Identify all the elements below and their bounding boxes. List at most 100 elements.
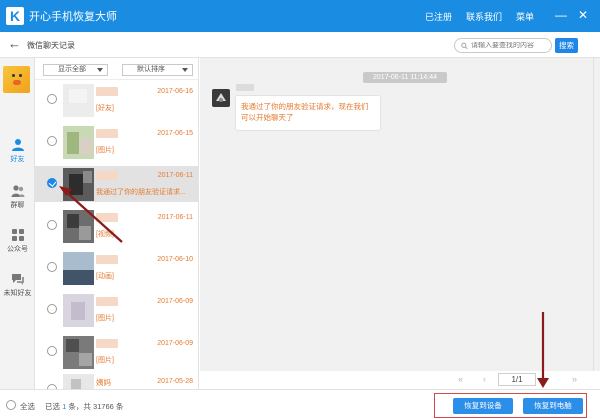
total-count: 31766	[92, 402, 114, 411]
sidebar-item-label: 群聊	[10, 202, 25, 209]
row-date: 2017-06-15	[157, 130, 193, 137]
contact-us-link[interactable]: 联系我们	[466, 10, 502, 23]
search-box[interactable]	[454, 38, 552, 53]
filter-show-select[interactable]: 显示全部	[43, 64, 108, 76]
unknown-chat-icon	[11, 274, 24, 285]
sidebar-item-label: 未知好友	[3, 290, 32, 297]
contact-avatar	[63, 294, 94, 327]
row-checkbox[interactable]	[47, 304, 57, 314]
summary-suffix: 条	[115, 402, 124, 411]
message-bubble: 我通过了你的朋友验证请求，现在我们可以开始聊天了	[235, 95, 381, 131]
first-page-icon[interactable]: «	[458, 374, 463, 384]
summary-prefix: 已选	[45, 402, 60, 411]
row-date: 2017-06-10	[157, 256, 193, 263]
page-title: 微信聊天记录	[27, 41, 75, 50]
chat-pane: 2017-06-11 11:14:44 我通过了你的朋友验证请求，现在我们可以开…	[200, 58, 593, 371]
selected-count: 1	[62, 402, 67, 411]
filter-show-label: 显示全部	[58, 66, 86, 73]
sender-avatar	[212, 89, 230, 107]
search-icon	[461, 42, 468, 49]
row-date: 2017-06-09	[157, 298, 193, 305]
row-checkbox[interactable]	[47, 346, 57, 356]
list-item[interactable]: 2017-06-16 [好友]	[35, 82, 198, 118]
row-checkbox[interactable]	[47, 178, 57, 188]
list-item[interactable]: 2017-06-11 [视频]	[35, 208, 198, 244]
selection-summary: 已选 1 条，共 31766 条	[45, 401, 123, 412]
contact-name-blurred	[96, 213, 118, 222]
annotation-highlight-box	[434, 393, 587, 418]
select-all-label: 全选	[20, 402, 35, 411]
row-date: 2017-06-11	[157, 214, 193, 221]
sidebar-item-official-accounts[interactable]: 公众号	[0, 228, 35, 254]
sidebar-item-groups[interactable]: 群聊	[0, 184, 35, 210]
chat-list: 显示全部 默认排序 2017-06-16 [好友] 2017-06-15 [图片…	[35, 58, 199, 389]
sidebar-item-unknown-friends[interactable]: 未知好友	[0, 272, 35, 298]
group-icon	[11, 185, 24, 197]
title-bar: K 开心手机恢复大师 已注册 联系我们 菜单 — ✕	[0, 0, 600, 32]
row-preview: [图片]	[96, 315, 114, 322]
list-item[interactable]: 2017-06-10 [动画]	[35, 250, 198, 286]
pager: « ‹ 1/1 › »	[0, 371, 600, 389]
search-input[interactable]	[471, 42, 551, 49]
menu-link[interactable]: 菜单	[516, 10, 534, 23]
contact-avatar	[63, 84, 94, 117]
summary-mid: 条，共	[68, 402, 91, 411]
contact-name-blurred	[96, 255, 118, 264]
minimize-button[interactable]: —	[552, 6, 570, 24]
list-item[interactable]: 2017-06-15 [图片]	[35, 124, 198, 160]
row-preview: [好友]	[96, 105, 114, 112]
filter-sort-select[interactable]: 默认排序	[122, 64, 193, 76]
page-header: ← 微信聊天记录 搜索	[0, 32, 600, 58]
contact-name-blurred	[96, 339, 118, 348]
contact-name-blurred	[96, 129, 118, 138]
row-preview: 我通过了你的朋友验证请求...	[96, 189, 186, 196]
sidebar-item-label: 公众号	[7, 246, 28, 253]
row-checkbox[interactable]	[47, 262, 57, 272]
app-title: 开心手机恢复大师	[29, 11, 117, 23]
contact-avatar	[63, 252, 94, 285]
chevron-down-icon	[97, 68, 103, 72]
grid-icon	[11, 229, 24, 241]
select-all-checkbox[interactable]	[6, 400, 16, 410]
last-page-icon[interactable]: »	[572, 374, 577, 384]
sidebar-item-label: 好友	[10, 156, 25, 163]
list-filters: 显示全部 默认排序	[35, 58, 198, 80]
registered-link[interactable]: 已注册	[425, 10, 452, 23]
row-date: 2017-06-11	[157, 172, 193, 179]
search-button[interactable]: 搜索	[555, 38, 578, 53]
row-checkbox[interactable]	[47, 94, 57, 104]
sidebar: 好友 群聊 公众号 未知好友	[0, 58, 35, 389]
row-preview: [图片]	[96, 147, 114, 154]
sender-name-blurred	[236, 84, 254, 91]
chevron-down-icon	[182, 68, 188, 72]
filter-sort-label: 默认排序	[137, 66, 165, 73]
prev-page-icon[interactable]: ‹	[483, 374, 486, 384]
row-preview: [视频]	[96, 231, 114, 238]
contact-avatar	[63, 210, 94, 243]
row-date: 2017-06-16	[157, 88, 193, 95]
row-checkbox[interactable]	[47, 136, 57, 146]
contact-name-blurred	[96, 171, 118, 180]
contact-avatar	[63, 126, 94, 159]
app-logo: K	[6, 7, 24, 25]
page-indicator: 1/1	[498, 373, 536, 386]
row-date: 2017-06-09	[157, 340, 193, 347]
list-item[interactable]: 2017-06-09 [图片]	[35, 334, 198, 370]
row-preview: [图片]	[96, 357, 114, 364]
message-timestamp: 2017-06-11 11:14:44	[363, 72, 447, 83]
contact-avatar	[63, 168, 94, 201]
contact-name-blurred	[96, 87, 118, 96]
contact-name-blurred	[96, 297, 118, 306]
list-item[interactable]: 2017-06-09 [图片]	[35, 292, 198, 328]
next-page-icon[interactable]: ›	[545, 374, 548, 384]
close-button[interactable]: ✕	[574, 6, 592, 24]
back-arrow-icon[interactable]: ←	[8, 36, 21, 51]
row-preview: [动画]	[96, 273, 114, 280]
chat-scrollbar[interactable]	[593, 58, 600, 371]
contact-avatar	[63, 336, 94, 369]
avatar[interactable]	[3, 66, 30, 93]
list-item[interactable]: 2017-06-11 我通过了你的朋友验证请求...	[35, 166, 198, 202]
row-checkbox[interactable]	[47, 220, 57, 230]
person-icon	[11, 139, 24, 151]
sidebar-item-friends[interactable]: 好友	[0, 138, 35, 164]
